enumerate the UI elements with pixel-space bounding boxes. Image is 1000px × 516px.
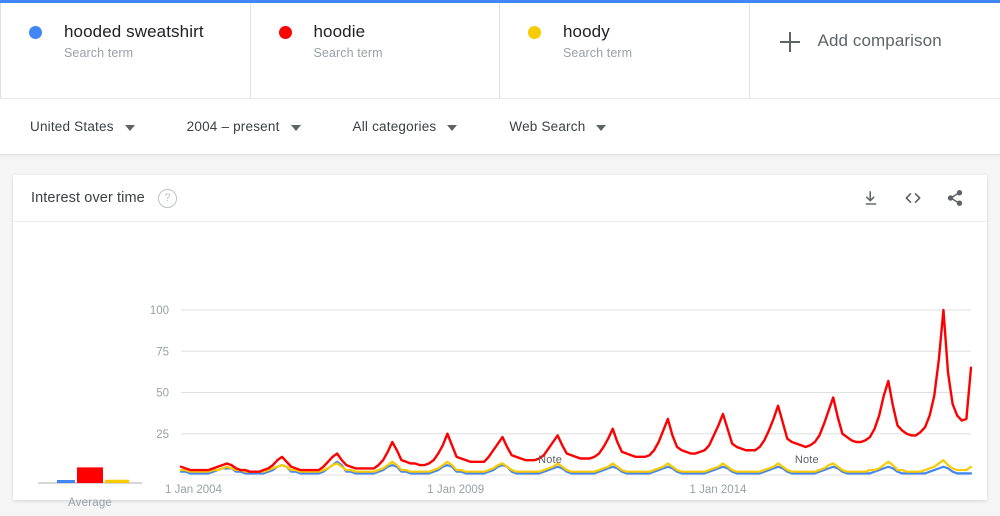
filter-category-label: All categories [352,119,437,134]
svg-text:75: 75 [156,346,169,358]
filter-search-type-label: Web Search [509,119,586,134]
search-term-label: hoody [563,22,610,41]
filter-location-label: United States [30,119,114,134]
filter-location[interactable]: United States [30,119,135,134]
search-term-label: hoodie [313,22,366,41]
svg-text:25: 25 [156,429,169,441]
filter-bar: United States 2004 – present All categor… [0,99,1000,155]
card-actions [859,186,967,210]
series-dot-red [278,25,292,39]
svg-text:50: 50 [156,388,169,400]
chart-body: Average 25 50 75 100 1 Jan 2004 1 Jan 2009 1 J… [13,222,987,509]
svg-text:100: 100 [150,305,169,317]
search-term-subtitle: Search term [563,46,633,60]
chevron-down-icon [124,124,135,131]
search-term-subtitle: Search term [313,46,383,60]
annotation-note-2[interactable]: Note [795,454,819,466]
search-term-label: hooded sweatshirt [64,22,204,41]
add-comparison-button[interactable]: Add comparison [750,3,1000,98]
download-icon[interactable] [859,186,883,210]
card-header: Interest over time ? [13,175,987,222]
interest-over-time-card: Interest over time ? Average 25 50 75 10… [13,175,987,509]
search-terms-bar: hooded sweatshirt Search term hoodie Sea… [0,3,1000,99]
chevron-down-icon [290,124,301,131]
annotation-note-1[interactable]: Note [538,454,562,466]
chevron-down-icon [596,124,607,131]
chevron-down-icon [447,124,458,131]
svg-text:1 Jan 2014: 1 Jan 2014 [690,484,748,496]
svg-text:1 Jan 2004: 1 Jan 2004 [165,484,223,496]
help-icon[interactable]: ? [157,188,177,208]
filter-category[interactable]: All categories [353,119,458,134]
plus-icon [779,32,800,52]
add-comparison-label: Add comparison [817,31,942,50]
page-title: Interest over time [31,190,145,206]
search-term-card-2[interactable]: hoody Search term [500,3,750,98]
series-dot-yellow [528,25,541,39]
interest-over-time-chart[interactable]: 25 50 75 100 1 Jan 2004 1 Jan 2009 1 Jan 2014 [13,222,987,499]
embed-icon[interactable] [901,186,925,210]
filter-search-type[interactable]: Web Search [509,119,607,134]
search-term-card-1[interactable]: hoodie Search term [251,3,500,98]
filter-time-range-label: 2004 – present [186,119,280,134]
svg-text:1 Jan 2009: 1 Jan 2009 [427,484,484,496]
filter-time-range[interactable]: 2004 – present [187,119,301,134]
search-term-subtitle: Search term [64,46,134,60]
search-term-card-0[interactable]: hooded sweatshirt Search term [0,3,251,98]
share-icon[interactable] [943,186,967,210]
series-dot-blue [29,25,42,39]
